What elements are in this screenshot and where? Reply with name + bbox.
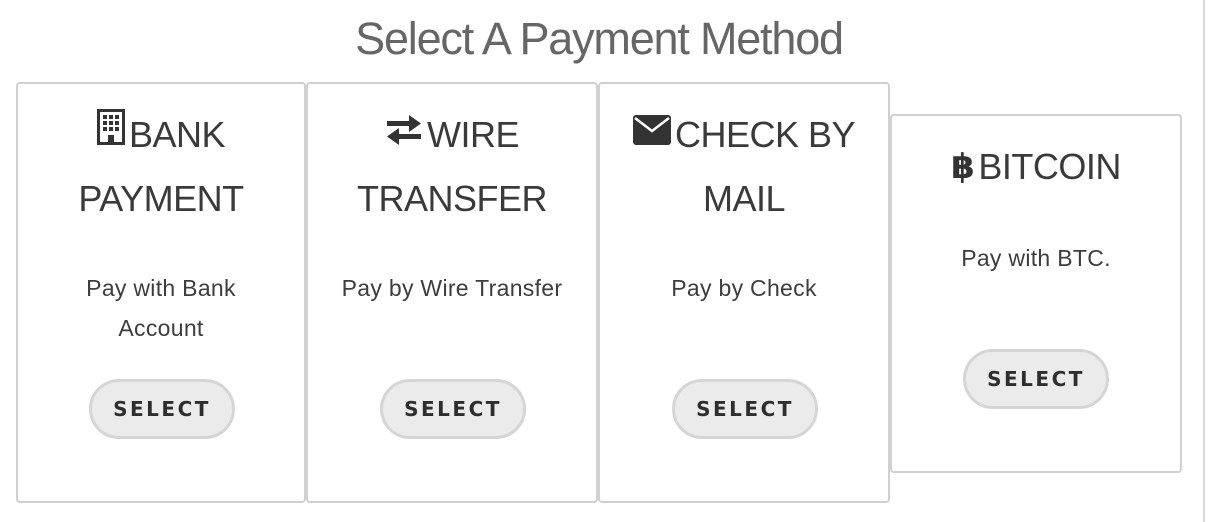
card-description-line1: Pay by Wire Transfer	[341, 275, 563, 301]
card-title: WIRE TRANSFER	[308, 104, 596, 230]
payment-card-bank: BANK PAYMENT Pay with Bank Account SELEC…	[16, 82, 306, 503]
building-icon	[96, 102, 125, 164]
card-title-line1: BANK	[128, 114, 226, 155]
payment-card-bitcoin: ฿ BITCOIN Pay with BTC. SELECT	[890, 114, 1182, 473]
card-title-line2: MAIL	[702, 178, 786, 220]
card-description: Pay by Wire Transfer	[308, 268, 596, 308]
select-bitcoin-button[interactable]: SELECT	[963, 349, 1109, 409]
card-description: Pay with BTC.	[892, 238, 1180, 278]
card-description-line1: Pay with BTC.	[961, 245, 1111, 271]
bitcoin-icon: ฿	[951, 147, 975, 188]
page-title: Select A Payment Method	[355, 13, 844, 64]
card-title-line1: CHECK BY	[674, 114, 856, 155]
select-bank-payment-button[interactable]: SELECT	[89, 379, 235, 439]
envelope-icon	[632, 102, 671, 164]
card-title: ฿ BITCOIN	[892, 136, 1180, 200]
card-description-line1: Pay with Bank	[86, 275, 236, 301]
card-description: Pay with Bank Account	[18, 268, 304, 348]
card-title-line1: WIRE	[427, 114, 520, 155]
card-title: BANK PAYMENT	[18, 104, 304, 230]
payment-card-wire: WIRE TRANSFER Pay by Wire Transfer SELEC…	[306, 82, 598, 503]
card-description: Pay by Check	[600, 268, 888, 308]
card-description-line2: Account	[118, 315, 204, 341]
card-title-line2: PAYMENT	[78, 178, 244, 220]
exchange-arrows-icon	[385, 102, 423, 164]
payment-card-check: CHECK BY MAIL Pay by Check SELECT	[598, 82, 890, 503]
card-title-line2: TRANSFER	[356, 178, 548, 220]
card-description-line1: Pay by Check	[671, 275, 817, 301]
card-title: CHECK BY MAIL	[600, 104, 888, 230]
card-title-line1: BITCOIN	[978, 146, 1121, 187]
page-scrollbar-edge	[1203, 0, 1205, 522]
select-wire-transfer-button[interactable]: SELECT	[380, 379, 526, 439]
select-check-by-mail-button[interactable]: SELECT	[672, 379, 818, 439]
